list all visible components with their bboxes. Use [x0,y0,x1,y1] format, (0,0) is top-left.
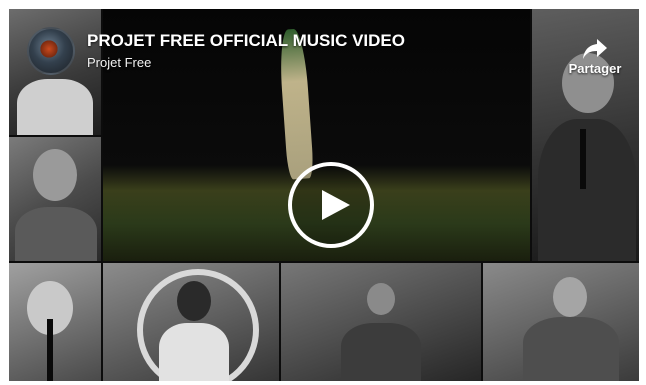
video-tile-bassist [483,263,639,381]
video-tile-drummer [281,263,481,381]
channel-name[interactable]: Projet Free [87,55,151,70]
video-tile-singer-woman [9,263,101,381]
share-label: Partager [568,61,622,76]
channel-avatar[interactable] [27,27,75,75]
video-tile-man-smiling [9,137,101,261]
video-tile-guitarist-ring-light [103,263,279,381]
play-button[interactable] [288,162,374,248]
video-player[interactable]: PROJET FREE OFFICIAL MUSIC VIDEO Projet … [9,9,639,381]
share-button[interactable]: Partager [559,37,631,76]
share-arrow-icon [583,39,607,59]
video-title[interactable]: PROJET FREE OFFICIAL MUSIC VIDEO [87,31,405,51]
play-icon [322,190,350,220]
